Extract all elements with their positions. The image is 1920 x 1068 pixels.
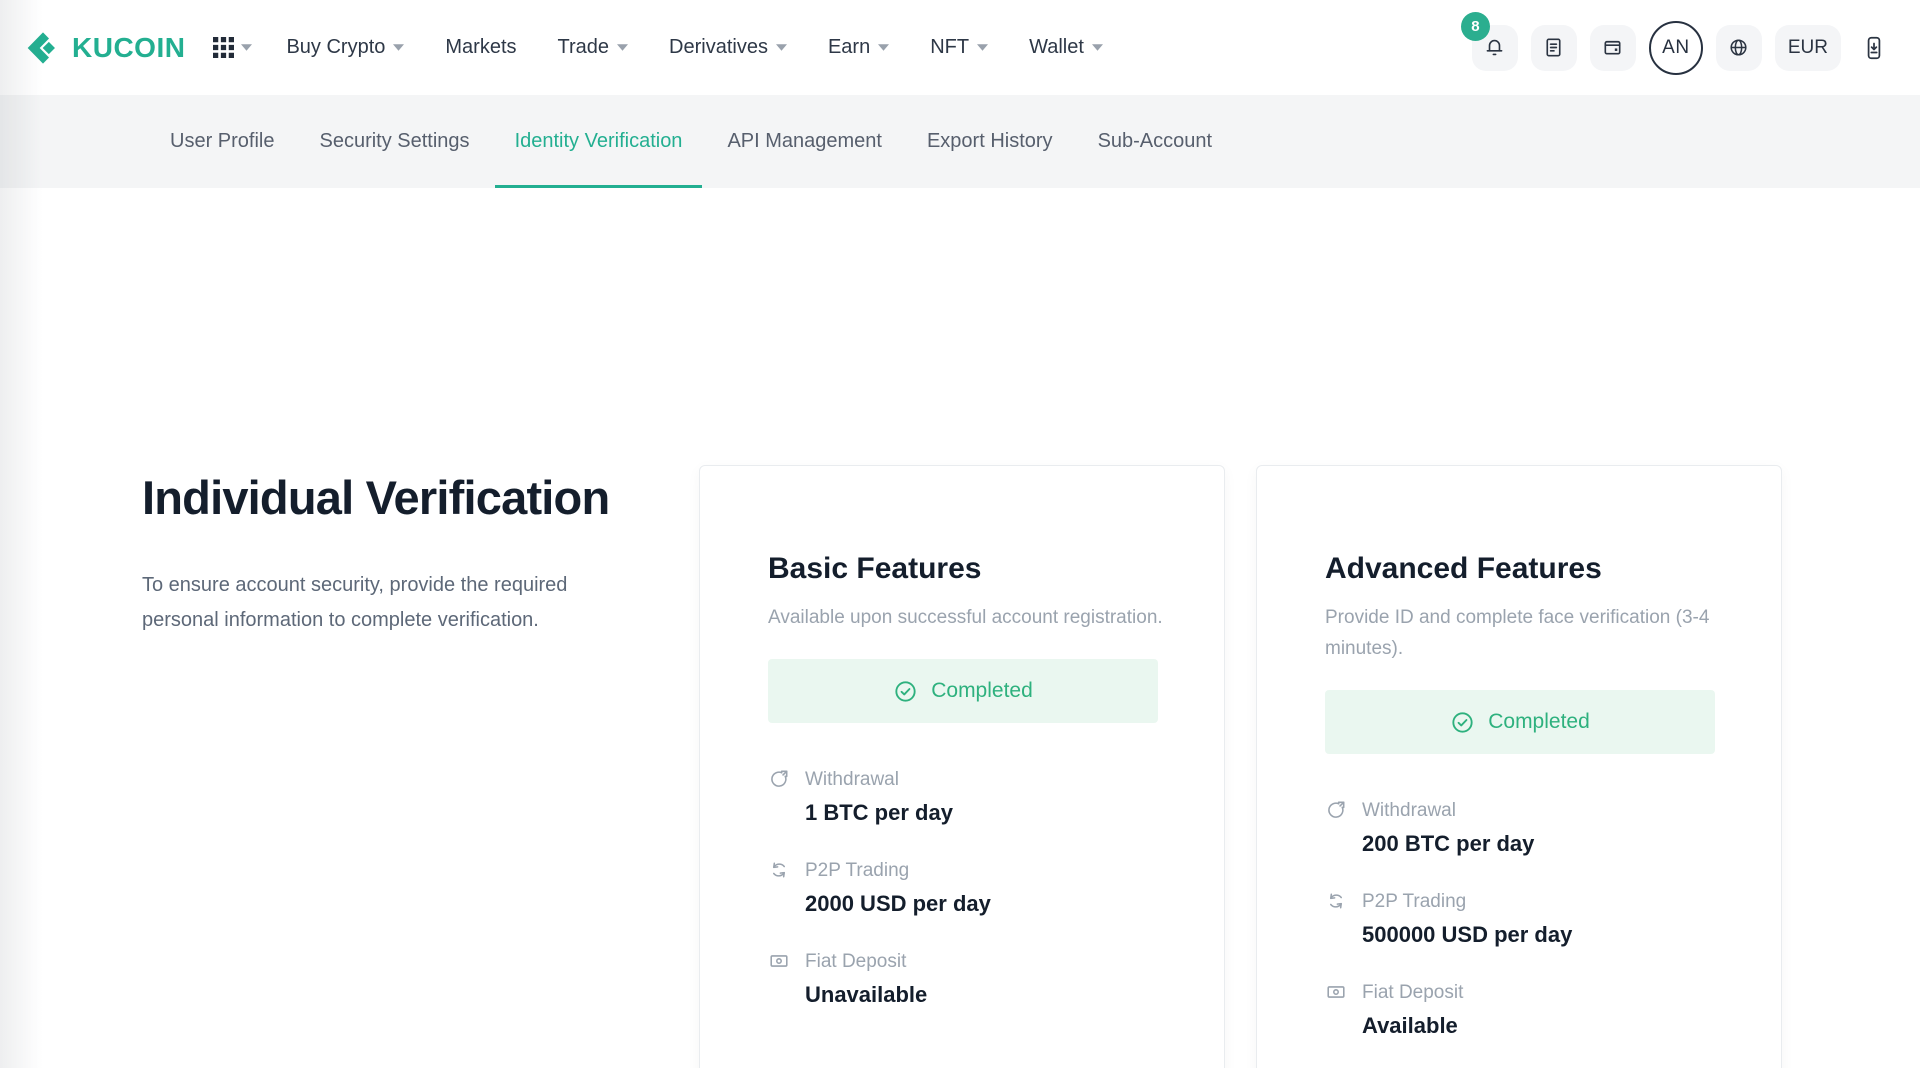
chevron-down-icon bbox=[393, 44, 404, 51]
notification-count-badge: 8 bbox=[1461, 12, 1490, 41]
row-label: P2P Trading bbox=[805, 860, 991, 882]
status-badge: Completed bbox=[1325, 690, 1715, 754]
status-label: Completed bbox=[1488, 710, 1590, 734]
row-label: Withdrawal bbox=[805, 769, 953, 791]
page-intro: Individual Verification To ensure accoun… bbox=[142, 470, 642, 638]
status-label: Completed bbox=[931, 679, 1033, 703]
globe-icon bbox=[1727, 36, 1750, 59]
page-description: To ensure account security, provide the … bbox=[142, 568, 642, 638]
fiat-deposit-icon bbox=[768, 950, 792, 974]
row-value: Unavailable bbox=[805, 982, 927, 1008]
card-title: Basic Features bbox=[768, 552, 1172, 586]
chevron-down-icon bbox=[977, 44, 988, 51]
assets-button[interactable] bbox=[1590, 25, 1636, 71]
withdrawal-icon bbox=[1325, 799, 1349, 823]
nav-item-buy-crypto[interactable]: Buy Crypto bbox=[286, 36, 404, 59]
tab-sub-account[interactable]: Sub-Account bbox=[1098, 95, 1213, 188]
row-value: 200 BTC per day bbox=[1362, 831, 1534, 857]
top-header: KUCOIN Buy Crypto Markets Trade Derivati… bbox=[0, 0, 1920, 95]
app-download-icon bbox=[1861, 28, 1887, 68]
nav-item-earn[interactable]: Earn bbox=[828, 36, 889, 59]
row-label: Fiat Deposit bbox=[1362, 982, 1463, 1004]
tab-identity-verification[interactable]: Identity Verification bbox=[515, 95, 683, 188]
main-content: Individual Verification To ensure accoun… bbox=[0, 188, 1920, 1068]
bell-icon bbox=[1483, 36, 1506, 59]
feature-row: P2P Trading 2000 USD per day bbox=[768, 860, 1172, 917]
main-nav: Buy Crypto Markets Trade Derivatives Ear… bbox=[286, 36, 1102, 59]
avatar[interactable]: AN bbox=[1649, 21, 1703, 75]
p2p-trading-icon bbox=[1325, 890, 1349, 914]
verification-cards: Basic Features Available upon successful… bbox=[699, 465, 1782, 1068]
row-label: Withdrawal bbox=[1362, 800, 1534, 822]
apps-grid-icon bbox=[213, 37, 234, 58]
check-circle-icon bbox=[893, 679, 918, 704]
nav-item-markets[interactable]: Markets bbox=[445, 36, 516, 59]
chevron-down-icon bbox=[617, 44, 628, 51]
check-circle-icon bbox=[1450, 710, 1475, 735]
wallet-icon bbox=[1601, 36, 1624, 59]
chevron-down-icon bbox=[878, 44, 889, 51]
nav-item-trade[interactable]: Trade bbox=[558, 36, 629, 59]
orders-button[interactable] bbox=[1531, 25, 1577, 71]
nav-item-derivatives[interactable]: Derivatives bbox=[669, 36, 787, 59]
currency-button[interactable]: EUR bbox=[1775, 25, 1841, 71]
notifications-button[interactable]: 8 bbox=[1472, 25, 1518, 71]
card-subtitle: Available upon successful account regist… bbox=[768, 602, 1172, 633]
header-actions: 8 AN EUR bbox=[1472, 21, 1894, 75]
card-subtitle: Provide ID and complete face verificatio… bbox=[1325, 602, 1729, 664]
tab-export-history[interactable]: Export History bbox=[927, 95, 1053, 188]
account-tab-bar: User Profile Security Settings Identity … bbox=[0, 95, 1920, 188]
feature-row: Withdrawal 1 BTC per day bbox=[768, 769, 1172, 826]
kucoin-logo[interactable]: KUCOIN bbox=[22, 28, 185, 68]
chevron-down-icon bbox=[241, 44, 252, 51]
language-button[interactable] bbox=[1716, 25, 1762, 71]
row-value: 1 BTC per day bbox=[805, 800, 953, 826]
feature-row: Fiat Deposit Unavailable bbox=[768, 951, 1172, 1008]
tab-security-settings[interactable]: Security Settings bbox=[319, 95, 469, 188]
row-value: 500000 USD per day bbox=[1362, 922, 1572, 948]
nav-item-wallet[interactable]: Wallet bbox=[1029, 36, 1103, 59]
status-badge: Completed bbox=[768, 659, 1158, 723]
card-basic-features: Basic Features Available upon successful… bbox=[699, 465, 1225, 1068]
feature-row: Withdrawal 200 BTC per day bbox=[1325, 800, 1729, 857]
row-value: Available bbox=[1362, 1013, 1463, 1039]
withdrawal-icon bbox=[768, 768, 792, 792]
feature-row: P2P Trading 500000 USD per day bbox=[1325, 891, 1729, 948]
chevron-down-icon bbox=[776, 44, 787, 51]
tab-user-profile[interactable]: User Profile bbox=[170, 95, 274, 188]
apps-menu-button[interactable] bbox=[213, 37, 252, 58]
orders-icon bbox=[1542, 36, 1565, 59]
fiat-deposit-icon bbox=[1325, 981, 1349, 1005]
p2p-trading-icon bbox=[768, 859, 792, 883]
chevron-down-icon bbox=[1092, 44, 1103, 51]
page-title: Individual Verification bbox=[142, 470, 642, 525]
tab-api-management[interactable]: API Management bbox=[727, 95, 882, 188]
kucoin-logo-icon bbox=[22, 28, 62, 68]
row-label: P2P Trading bbox=[1362, 891, 1572, 913]
brand-wordmark: KUCOIN bbox=[72, 32, 185, 64]
card-title: Advanced Features bbox=[1325, 552, 1729, 586]
feature-rows: Withdrawal 200 BTC per day P2P Trading 5… bbox=[1325, 800, 1729, 1039]
card-advanced-features: Advanced Features Provide ID and complet… bbox=[1256, 465, 1782, 1068]
app-download-button[interactable] bbox=[1854, 25, 1894, 71]
feature-rows: Withdrawal 1 BTC per day P2P Trading 200… bbox=[768, 769, 1172, 1008]
row-label: Fiat Deposit bbox=[805, 951, 927, 973]
row-value: 2000 USD per day bbox=[805, 891, 991, 917]
nav-item-nft[interactable]: NFT bbox=[930, 36, 988, 59]
feature-row: Fiat Deposit Available bbox=[1325, 982, 1729, 1039]
